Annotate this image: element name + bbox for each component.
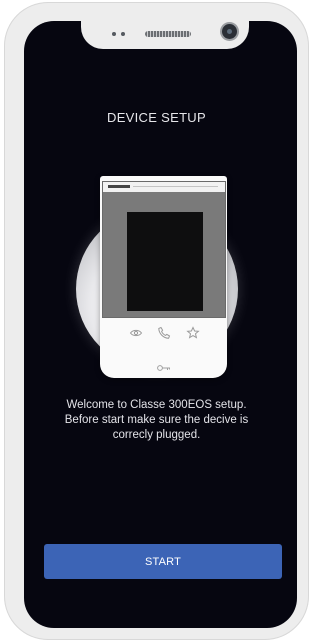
device-logo-icon [108,185,130,188]
welcome-line: Before start make sure the decive is [64,414,249,426]
device-illustration [100,176,227,378]
sensor-dot [121,32,125,36]
welcome-line: Welcome to Classe 300EOS setup. [66,399,247,411]
page-title: DEVICE SETUP [107,110,206,125]
welcome-message: Welcome to Classe 300EOS setup. Before s… [40,398,273,443]
star-icon [186,326,200,340]
device-status-line [133,186,218,187]
key-icon [156,364,172,372]
eye-icon [129,326,143,340]
welcome-line: correcly plugged. [112,429,201,441]
device-buttons [100,326,227,346]
device-display [102,181,226,318]
device-camera-view [127,212,203,311]
start-button[interactable]: START [44,544,282,579]
device-status-bar [103,182,225,192]
front-camera-icon [222,24,237,39]
phone-handset-icon [157,326,171,340]
phone-notch [81,15,249,49]
sensor-dot [112,32,116,36]
speaker-grille-icon [145,31,191,37]
